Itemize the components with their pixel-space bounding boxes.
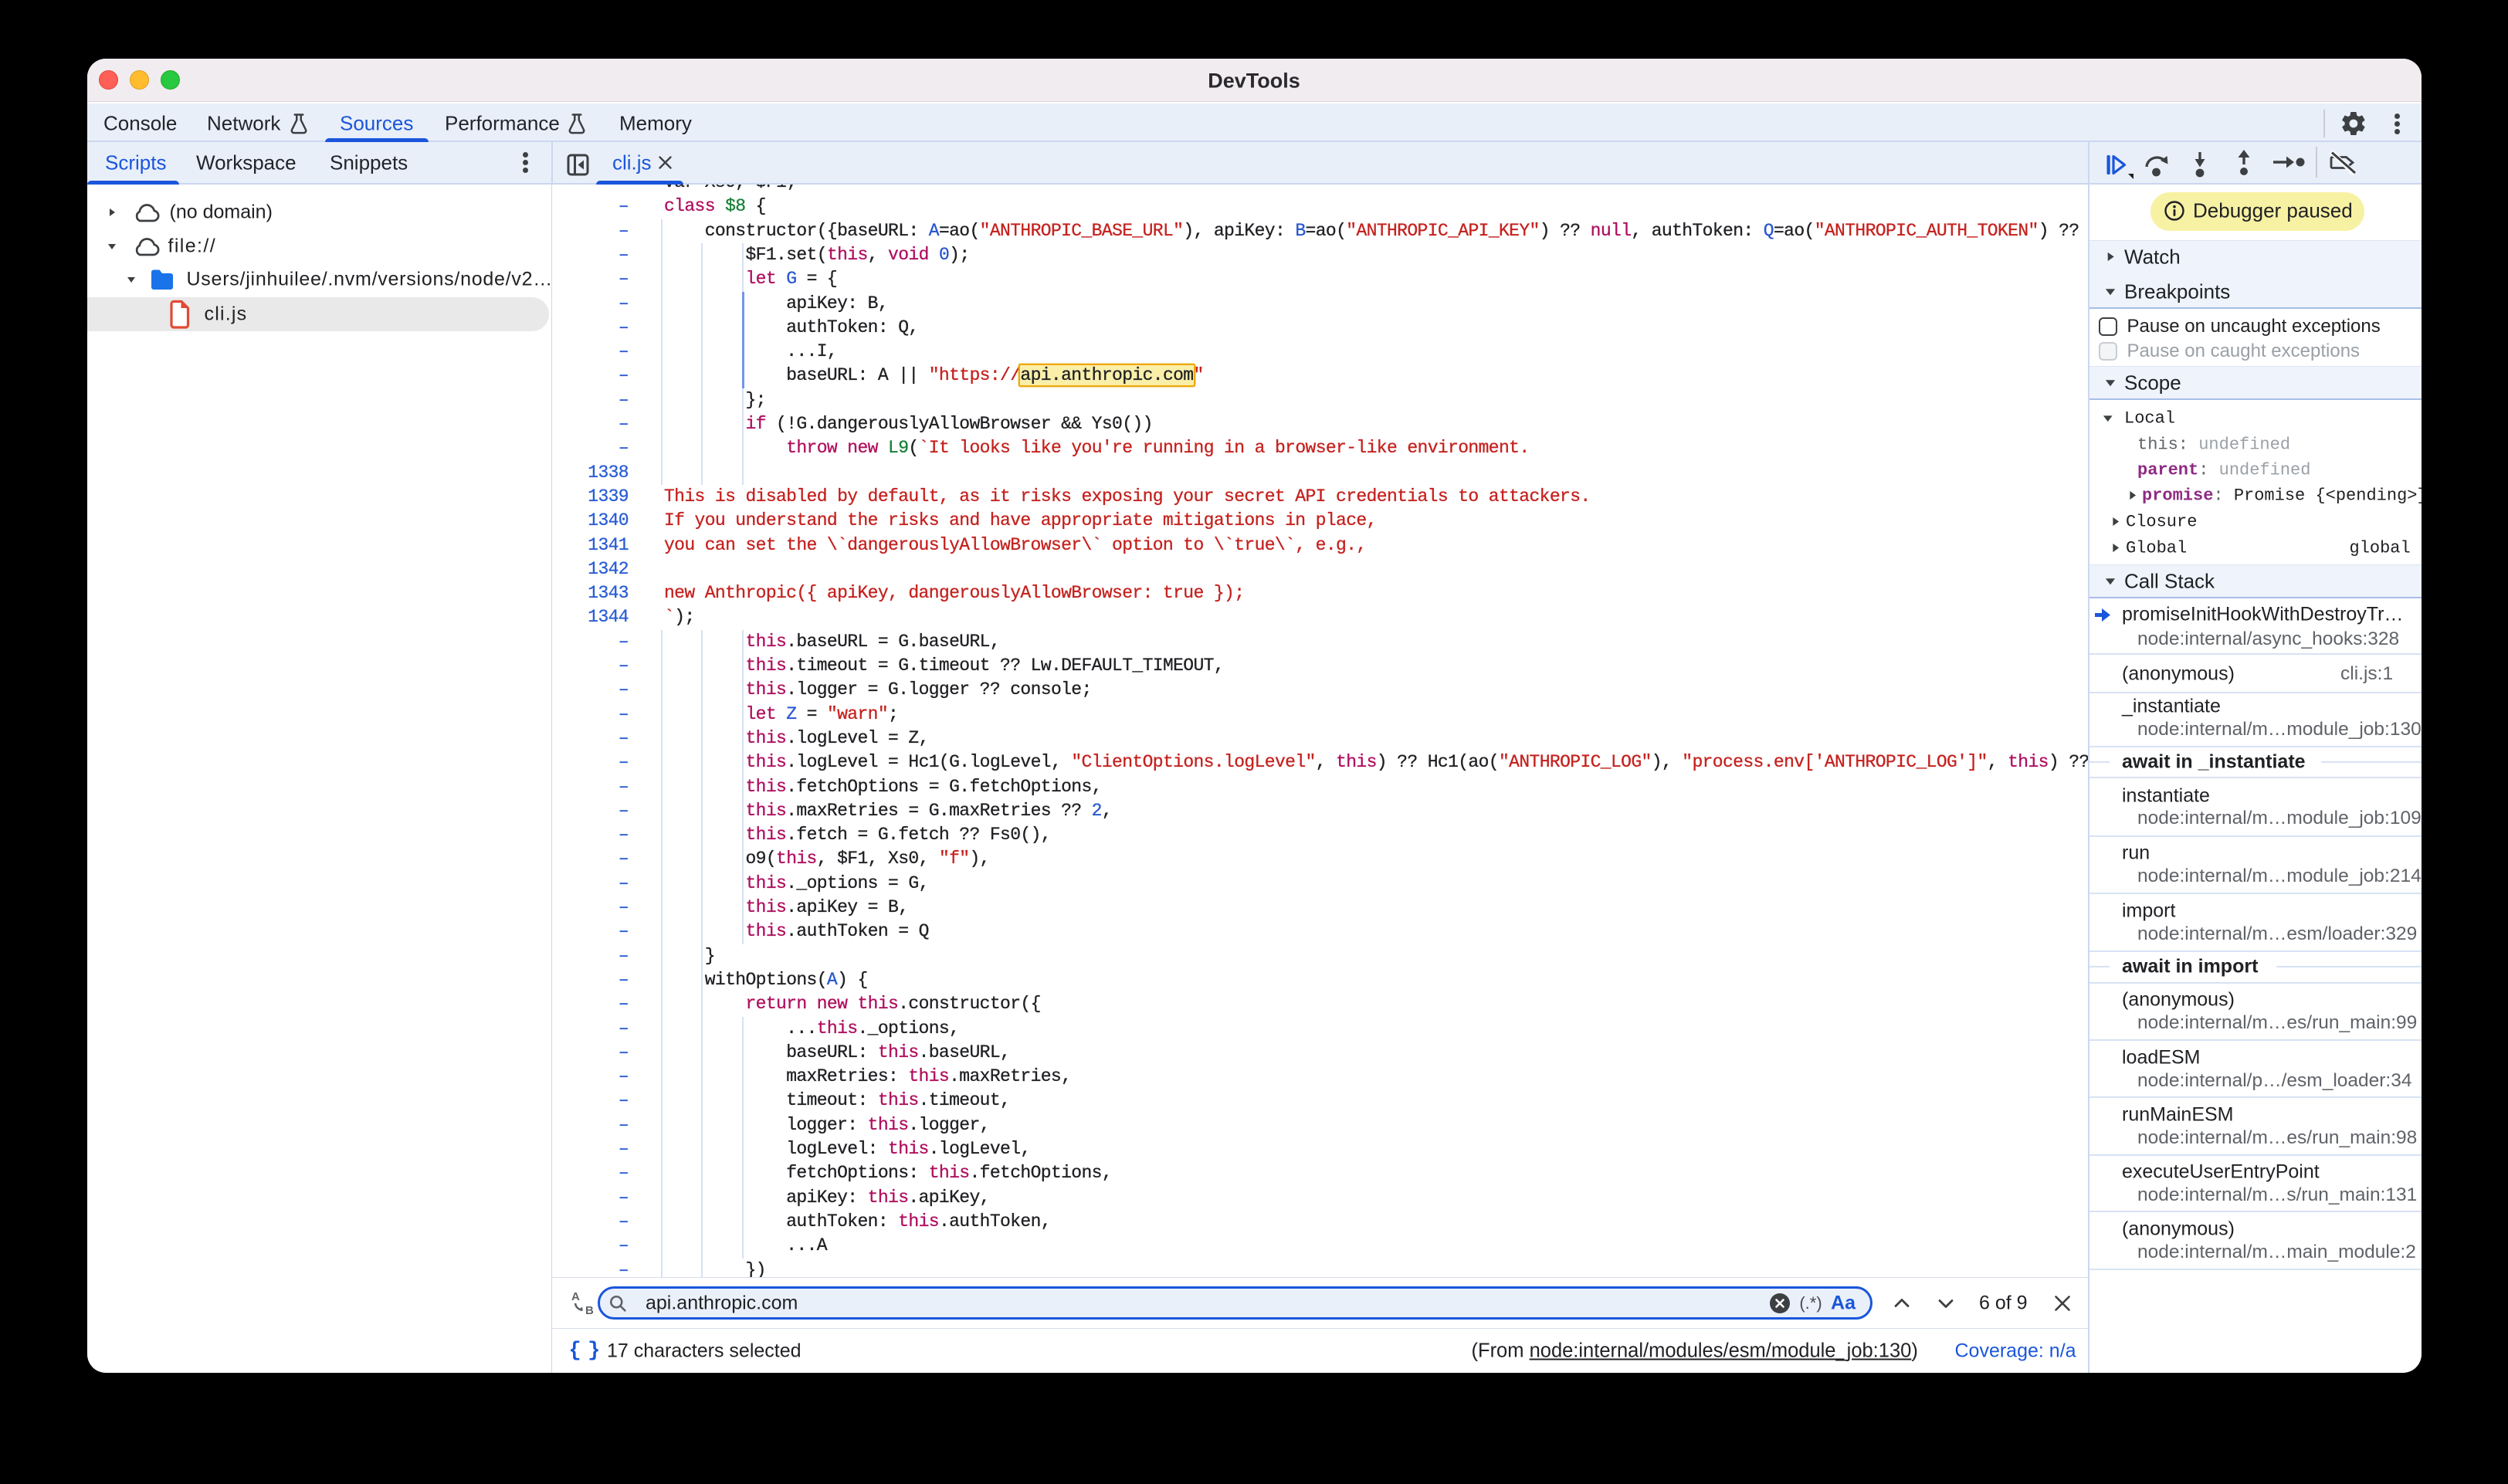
svg-text:A: A	[571, 1290, 580, 1303]
svg-text:B: B	[585, 1304, 594, 1316]
